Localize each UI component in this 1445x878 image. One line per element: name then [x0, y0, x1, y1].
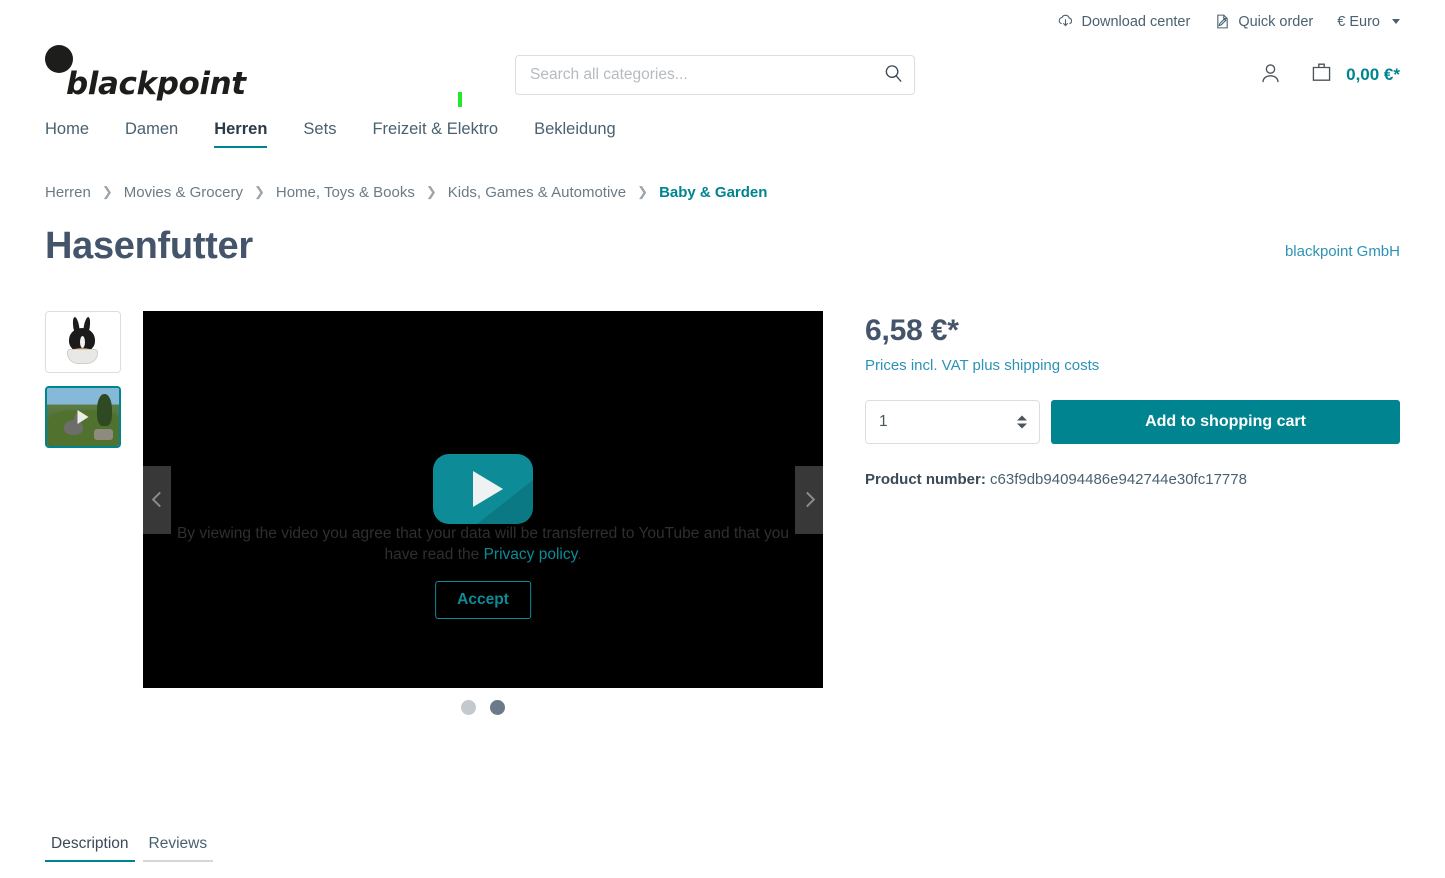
breadcrumb-item-baby-garden: Baby & Garden [659, 184, 768, 201]
logo[interactable]: blackpoint [45, 39, 515, 111]
accept-cookies-button[interactable]: Accept [435, 581, 531, 619]
breadcrumb: Herren ❯ Movies & Grocery ❯ Home, Toys &… [0, 164, 1445, 202]
product-main: By viewing the video you agree that your… [0, 268, 1445, 715]
nav-item-bekleidung[interactable]: Bekleidung [534, 116, 616, 148]
manufacturer-link[interactable]: blackpoint GmbH [1285, 243, 1400, 268]
utility-bar: Download center Quick order € Euro [0, 0, 1445, 34]
play-button-shade [477, 480, 533, 524]
gallery-prev-button[interactable] [143, 465, 171, 534]
search-bar [515, 55, 915, 95]
stepper-down-icon [1017, 423, 1027, 429]
product-number-label: Product number: [865, 471, 986, 488]
breadcrumb-separator-icon: ❯ [425, 183, 437, 199]
product-number-value: c63f9db94094486e942744e30fc17778 [990, 471, 1247, 488]
quick-order-link[interactable]: Quick order [1214, 13, 1313, 30]
cart-total-amount: 0,00 €* [1346, 65, 1400, 84]
gallery-thumbnails [45, 311, 122, 715]
breadcrumb-separator-icon: ❯ [101, 183, 113, 199]
buy-box: 6,58 €* Prices incl. VAT plus shipping c… [865, 311, 1400, 715]
nav-item-home[interactable]: Home [45, 116, 89, 148]
account-button[interactable] [1258, 61, 1283, 89]
user-icon [1258, 61, 1283, 89]
download-cloud-icon [1057, 13, 1074, 30]
chevron-down-icon [1392, 19, 1400, 24]
breadcrumb-item-herren[interactable]: Herren [45, 184, 91, 201]
quantity-field [865, 400, 1040, 444]
play-video-button[interactable] [433, 454, 533, 524]
product-number: Product number: c63f9db94094486e942744e3… [865, 471, 1400, 488]
currency-selector[interactable]: € Euro [1337, 14, 1400, 30]
quick-order-label: Quick order [1238, 13, 1314, 30]
gallery-dot-1[interactable] [461, 700, 476, 715]
download-center-link[interactable]: Download center [1057, 13, 1190, 30]
product-tabs: Description Reviews [45, 834, 213, 862]
consent-text-after: . [577, 546, 582, 563]
tax-shipping-note[interactable]: Prices incl. VAT plus shipping costs [865, 357, 1099, 374]
breadcrumb-separator-icon: ❯ [637, 183, 649, 199]
header-actions: 0,00 €* [1258, 34, 1400, 116]
breadcrumb-item-home-toys-books[interactable]: Home, Toys & Books [276, 184, 415, 201]
quantity-input[interactable] [865, 400, 1040, 444]
nav-item-herren[interactable]: Herren [214, 116, 268, 148]
nav-item-sets[interactable]: Sets [303, 116, 336, 148]
privacy-policy-link[interactable]: Privacy policy [484, 546, 578, 563]
edit-document-icon [1214, 13, 1231, 30]
gallery-dot-2[interactable] [490, 700, 505, 715]
gallery-next-button[interactable] [795, 465, 823, 534]
add-to-cart-button[interactable]: Add to shopping cart [1051, 400, 1400, 444]
tab-reviews[interactable]: Reviews [142, 834, 214, 862]
gallery-thumb-rabbit-photo[interactable] [45, 311, 121, 373]
currency-label: € Euro [1337, 13, 1380, 30]
main-navigation: Home Damen Herren Sets Freizeit & Elektr… [0, 92, 1445, 164]
nav-item-damen[interactable]: Damen [125, 116, 178, 148]
play-icon [77, 410, 89, 424]
download-center-label: Download center [1081, 13, 1191, 30]
nav-item-freizeit-elektro[interactable]: Freizeit & Elektro [372, 116, 498, 148]
quantity-stepper[interactable] [1017, 415, 1027, 429]
cart-widget[interactable]: 0,00 €* [1309, 60, 1400, 90]
search-button[interactable] [872, 56, 914, 94]
page-title: Hasenfutter [45, 225, 253, 267]
chevron-left-icon [151, 491, 167, 508]
product-title-row: Hasenfutter blackpoint GmbH [0, 201, 1445, 268]
breadcrumb-separator-icon: ❯ [253, 183, 265, 199]
tab-description[interactable]: Description [45, 834, 135, 862]
site-header: blackpoint Search all categories... 0,00… [0, 34, 1445, 116]
search-input[interactable] [515, 55, 915, 95]
product-detail-page: Download center Quick order € Euro black… [0, 0, 1445, 878]
video-still-icon [47, 388, 119, 446]
product-price: 6,58 €* [865, 314, 959, 347]
gallery-stage: By viewing the video you agree that your… [143, 311, 823, 715]
shopping-bag-icon [1309, 60, 1334, 90]
chevron-right-icon [799, 491, 815, 508]
breadcrumb-item-kids-games-automotive[interactable]: Kids, Games & Automotive [448, 184, 626, 201]
video-player: By viewing the video you agree that your… [143, 311, 823, 688]
gallery-pagination-dots [143, 700, 823, 715]
stepper-up-icon [1017, 415, 1027, 421]
buy-actions: Add to shopping cart [865, 400, 1400, 444]
rabbit-photo-icon [60, 316, 106, 368]
gallery-thumb-video[interactable] [45, 386, 121, 448]
breadcrumb-item-movies-grocery[interactable]: Movies & Grocery [124, 184, 243, 201]
video-consent-message: By viewing the video you agree that your… [167, 523, 799, 565]
search-icon [883, 63, 904, 87]
new-indicator-marker [458, 92, 462, 107]
logo-text: blackpoint [66, 66, 246, 102]
